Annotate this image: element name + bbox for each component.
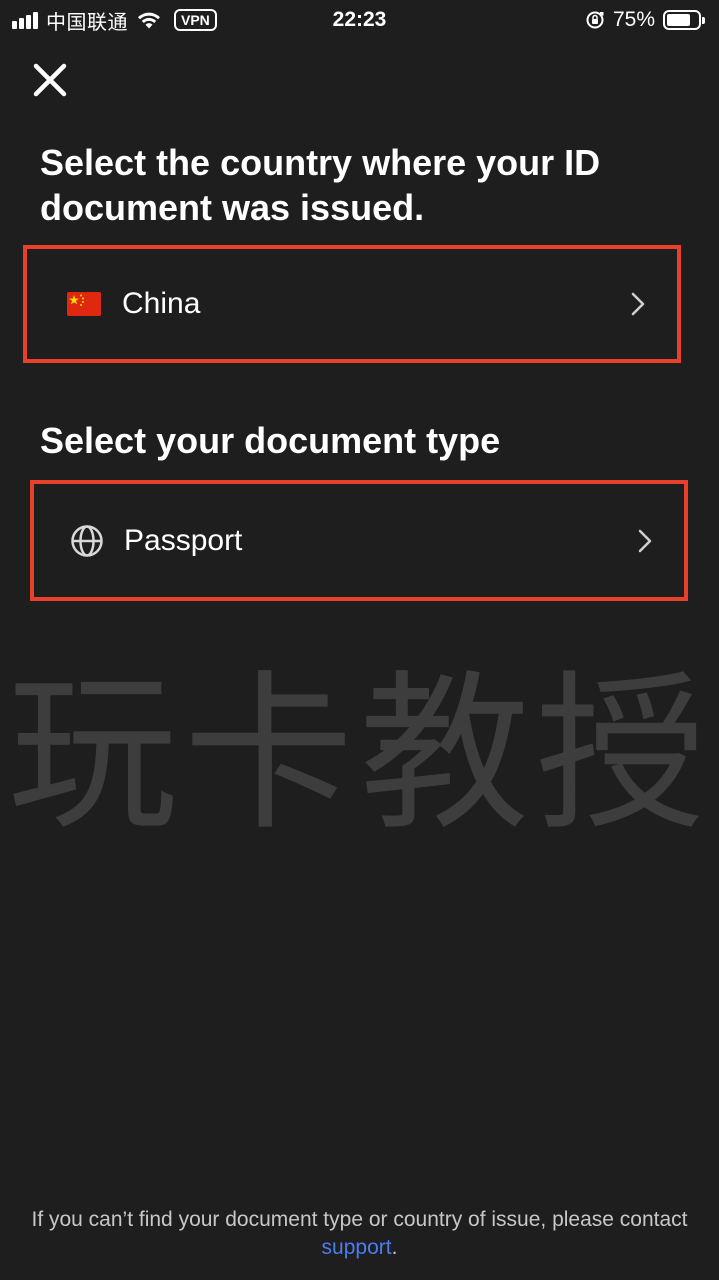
battery-percent: 75% bbox=[612, 8, 655, 31]
globe-icon bbox=[71, 524, 103, 557]
selected-document-type-label: Passport bbox=[124, 523, 243, 557]
battery-level bbox=[667, 14, 690, 26]
china-flag-icon bbox=[67, 292, 101, 316]
watermark-text: 玩卡教授 bbox=[7, 665, 712, 845]
footer-text-end: . bbox=[391, 1236, 398, 1259]
footer-help-text: If you can’t find your document type or … bbox=[20, 1206, 699, 1262]
country-selector[interactable]: China bbox=[23, 245, 681, 363]
document-type-section-title: Select your document type bbox=[40, 420, 501, 461]
close-icon[interactable] bbox=[30, 60, 70, 100]
country-section-title: Select the country where your ID documen… bbox=[40, 142, 601, 228]
battery-icon bbox=[663, 10, 705, 30]
orientation-lock-icon bbox=[586, 11, 604, 29]
status-bar: 中国联通 VPN 22:23 75% bbox=[0, 0, 719, 40]
support-link[interactable]: support bbox=[322, 1236, 392, 1259]
chevron-right-icon bbox=[638, 529, 652, 552]
footer-text: If you can’t find your document type or … bbox=[31, 1208, 688, 1231]
selected-country-label: China bbox=[122, 287, 201, 320]
chevron-right-icon bbox=[631, 292, 645, 316]
document-type-selector[interactable]: Passport bbox=[30, 480, 688, 601]
status-right: 75% bbox=[585, 8, 705, 32]
